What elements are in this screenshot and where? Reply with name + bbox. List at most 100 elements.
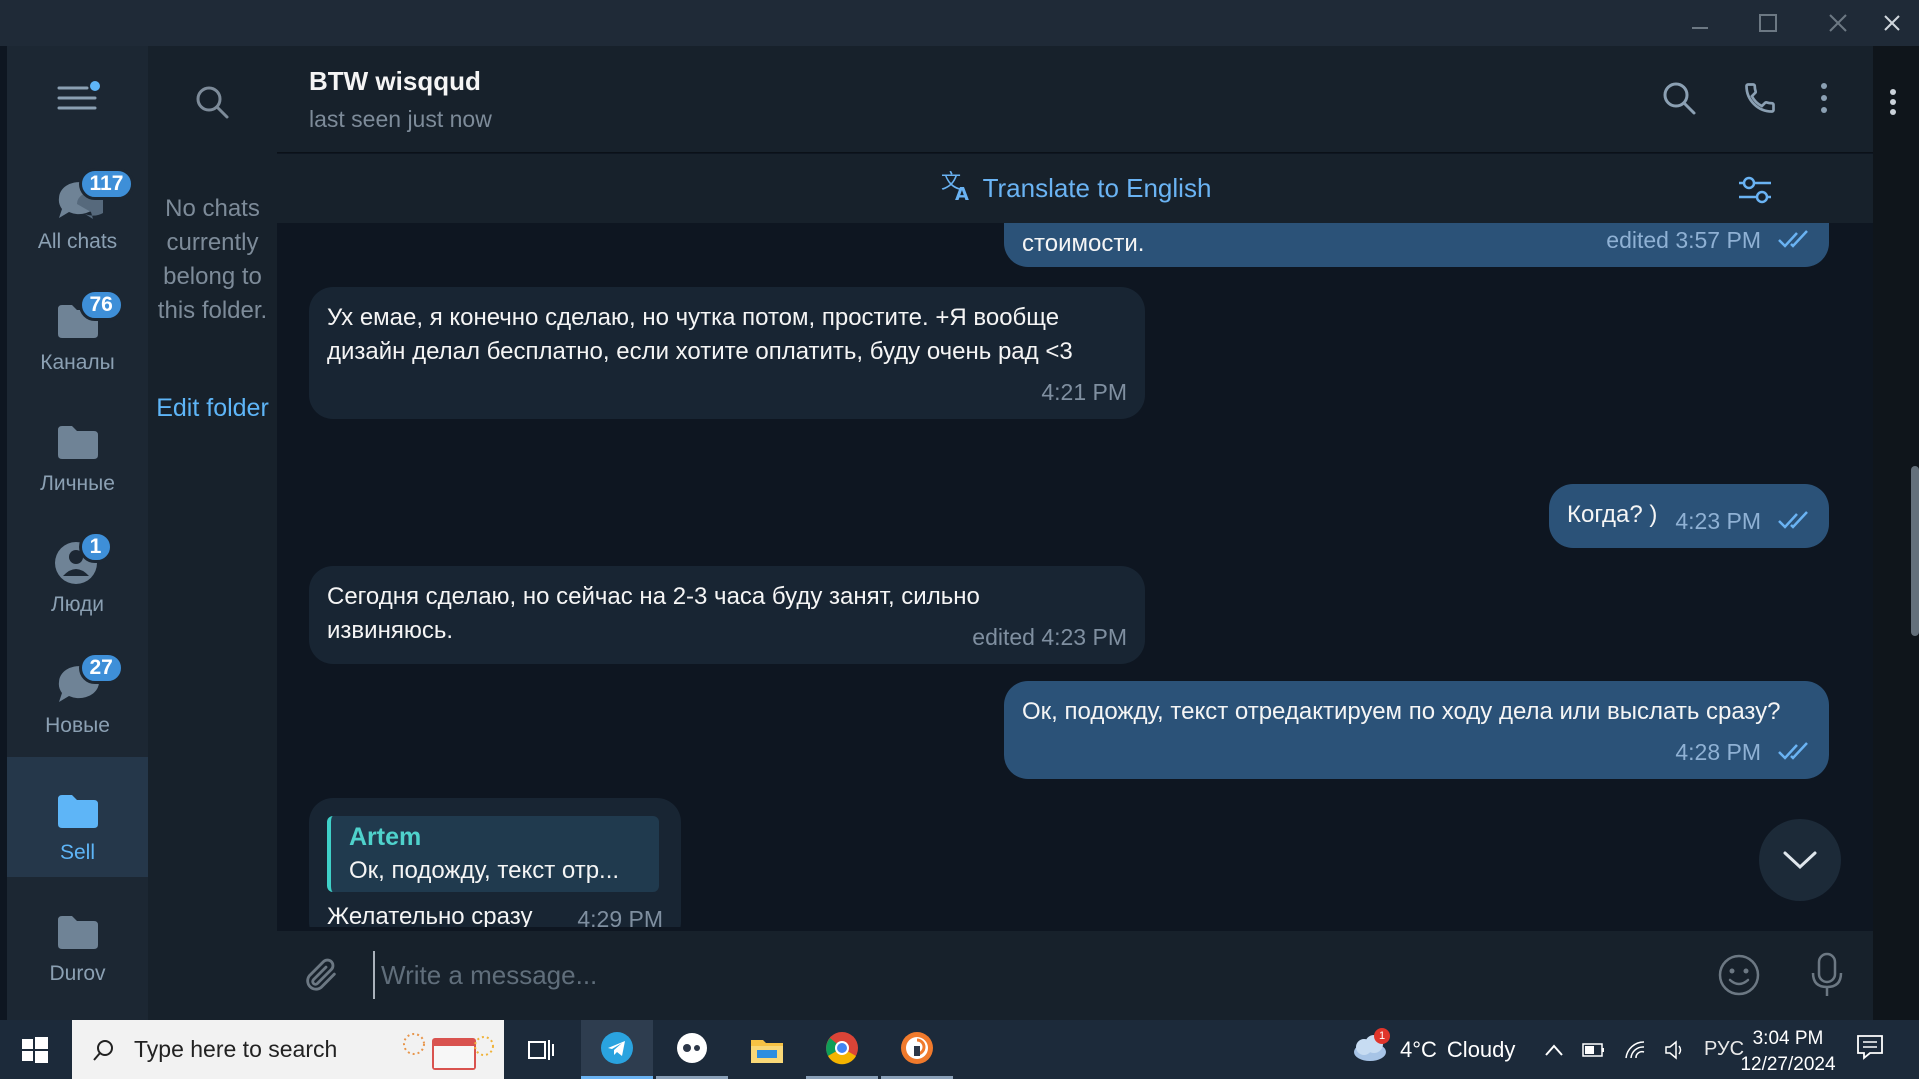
taskbar-telegram[interactable] — [581, 1020, 653, 1079]
double-check-icon — [1778, 742, 1808, 760]
minimize-button[interactable] — [1680, 8, 1720, 38]
taskbar-file-explorer[interactable] — [731, 1020, 803, 1079]
translate-label: Translate to English — [982, 173, 1212, 203]
chat-header[interactable]: BTW wisqqud last seen just now — [277, 46, 1873, 153]
taskbar-search[interactable]: Type here to search — [72, 1020, 504, 1079]
folder-label: Новые — [45, 714, 110, 737]
chat-title[interactable]: BTW wisqqud — [309, 66, 481, 97]
message-time: 4:28 PM — [1675, 735, 1811, 769]
folder-label: Люди — [50, 593, 105, 616]
folder-icon — [53, 789, 103, 833]
search-icon — [93, 1039, 113, 1061]
taskbar-chrome[interactable] — [806, 1020, 878, 1079]
more-options-button[interactable] — [1818, 80, 1830, 121]
weather-widget[interactable]: 1 4°C Cloudy — [1350, 1020, 1515, 1079]
more-vertical-icon — [1890, 89, 1896, 115]
speaker-icon[interactable] — [1664, 1039, 1686, 1060]
translate-bar[interactable]: 文A Translate to English — [277, 154, 1873, 223]
unread-badge: 76 — [78, 289, 124, 321]
message-text: стоимости. — [1022, 230, 1145, 257]
close-icon — [1829, 14, 1847, 32]
message-bubble[interactable]: Когда? ) 4:23 PM — [1549, 484, 1829, 548]
time-label: 4:28 PM — [1675, 739, 1761, 765]
folder-all-chats[interactable]: 117 All chats — [7, 146, 148, 266]
maximize-button[interactable] — [1748, 8, 1788, 38]
clock[interactable]: 3:04 PM 12/27/2024 — [1730, 1026, 1846, 1078]
message-time: edited 4:23 PM — [972, 620, 1127, 654]
taskbar-app-5[interactable] — [881, 1020, 953, 1079]
more-vertical-icon — [1821, 83, 1827, 113]
folder-kanaly[interactable]: 76 Каналы — [7, 267, 148, 387]
folder-label: Sell — [59, 841, 96, 864]
battery-icon[interactable] — [1582, 1042, 1606, 1058]
message-time: 4:21 PM — [1041, 375, 1127, 409]
more-options-button[interactable] — [1887, 86, 1899, 123]
message-list[interactable]: стоимости. edited 3:57 PM Ух емае, я кон… — [277, 223, 1873, 927]
reply-quote[interactable]: Artem Ок, подожду, текст отр... — [327, 816, 659, 892]
windows-logo-icon — [22, 1037, 48, 1063]
attach-button[interactable] — [301, 953, 341, 1002]
folder-icon — [53, 420, 103, 464]
chats-icon: 27 — [53, 652, 124, 706]
paperclip-icon — [306, 958, 336, 991]
svg-text:A: A — [955, 184, 969, 202]
message-bubble[interactable]: Сегодня сделаю, но сейчас на 2-3 часа бу… — [309, 566, 1145, 664]
folder-durov[interactable]: Durov — [7, 878, 148, 998]
notification-icon — [1857, 1035, 1883, 1060]
time-label: 4:29 PM — [577, 906, 663, 927]
main-menu-button[interactable] — [57, 80, 101, 119]
search-button[interactable] — [194, 84, 230, 125]
telegram-icon — [601, 1032, 633, 1064]
time-label: edited 4:23 PM — [972, 624, 1127, 650]
chevron-up-icon[interactable] — [1544, 1043, 1564, 1057]
voice-record-button[interactable] — [1809, 951, 1845, 1004]
double-check-icon — [1778, 230, 1808, 248]
task-view-button[interactable] — [505, 1020, 577, 1079]
edit-folder-link[interactable]: Edit folder — [152, 394, 273, 423]
translate-settings-button[interactable] — [1737, 174, 1773, 213]
folder-label: Durov — [49, 962, 106, 985]
calendar-doodle-icon — [403, 1033, 494, 1070]
clock-time: 3:04 PM — [1752, 1028, 1824, 1049]
message-input[interactable] — [373, 951, 1373, 999]
notifications-button[interactable] — [1856, 1034, 1884, 1065]
call-button[interactable] — [1742, 80, 1778, 121]
emoji-button[interactable] — [1717, 953, 1761, 1002]
message-text: Ок, подожду, текст отредактируем по ходу… — [1022, 698, 1781, 725]
weather-alert-badge: 1 — [1374, 1027, 1390, 1044]
chat-status: last seen just now — [309, 106, 492, 132]
close-button[interactable] — [1818, 8, 1858, 38]
message-bubble[interactable]: Ок, подожду, текст отредактируем по ходу… — [1004, 681, 1829, 779]
app-circle-icon — [677, 1033, 707, 1063]
chats-icon: 117 — [53, 168, 135, 222]
search-in-chat-button[interactable] — [1661, 80, 1697, 121]
double-check-icon — [1778, 511, 1808, 529]
outer-close-button[interactable] — [1883, 12, 1901, 38]
start-button[interactable] — [14, 1030, 54, 1075]
folder-novye[interactable]: 27 Новые — [7, 630, 148, 750]
scroll-to-bottom-button[interactable] — [1759, 819, 1841, 901]
telegram-window: 117 All chats 76 Каналы Личные 1 Люди 27… — [0, 0, 1919, 1079]
folder-label: Каналы — [40, 351, 115, 374]
message-bubble[interactable]: Artem Ок, подожду, текст отр... Желатель… — [309, 798, 681, 927]
folders-sidebar: 117 All chats 76 Каналы Личные 1 Люди 27… — [7, 46, 148, 1020]
message-bubble[interactable]: стоимости. edited 3:57 PM — [1004, 223, 1829, 267]
message-bubble[interactable]: Ух емае, я конечно сделаю, но чутка пото… — [309, 287, 1145, 419]
folder-lichnye[interactable]: Личные — [7, 388, 148, 508]
phone-icon — [1745, 83, 1775, 113]
scrollbar[interactable] — [1911, 466, 1919, 636]
background-window-edge — [1873, 46, 1919, 1020]
time-label: 4:21 PM — [1041, 379, 1127, 405]
folder-label: All chats — [37, 230, 118, 253]
wifi-icon[interactable] — [1624, 1040, 1646, 1060]
folder-sell[interactable]: Sell — [7, 757, 148, 877]
smiley-icon — [1718, 954, 1760, 996]
taskbar-app-2[interactable] — [656, 1020, 728, 1079]
search-icon — [196, 86, 229, 119]
message-text: Ух емае, я конечно сделаю, но чутка пото… — [327, 304, 1073, 365]
microphone-icon — [1811, 952, 1843, 996]
taskbar: Type here to search 1 4°C Cloudy РУС 3:0… — [0, 1020, 1919, 1079]
folder-lyudi[interactable]: 1 Люди — [7, 509, 148, 629]
cloud-icon: 1 — [1350, 1027, 1390, 1068]
folder-icon — [751, 1039, 783, 1063]
